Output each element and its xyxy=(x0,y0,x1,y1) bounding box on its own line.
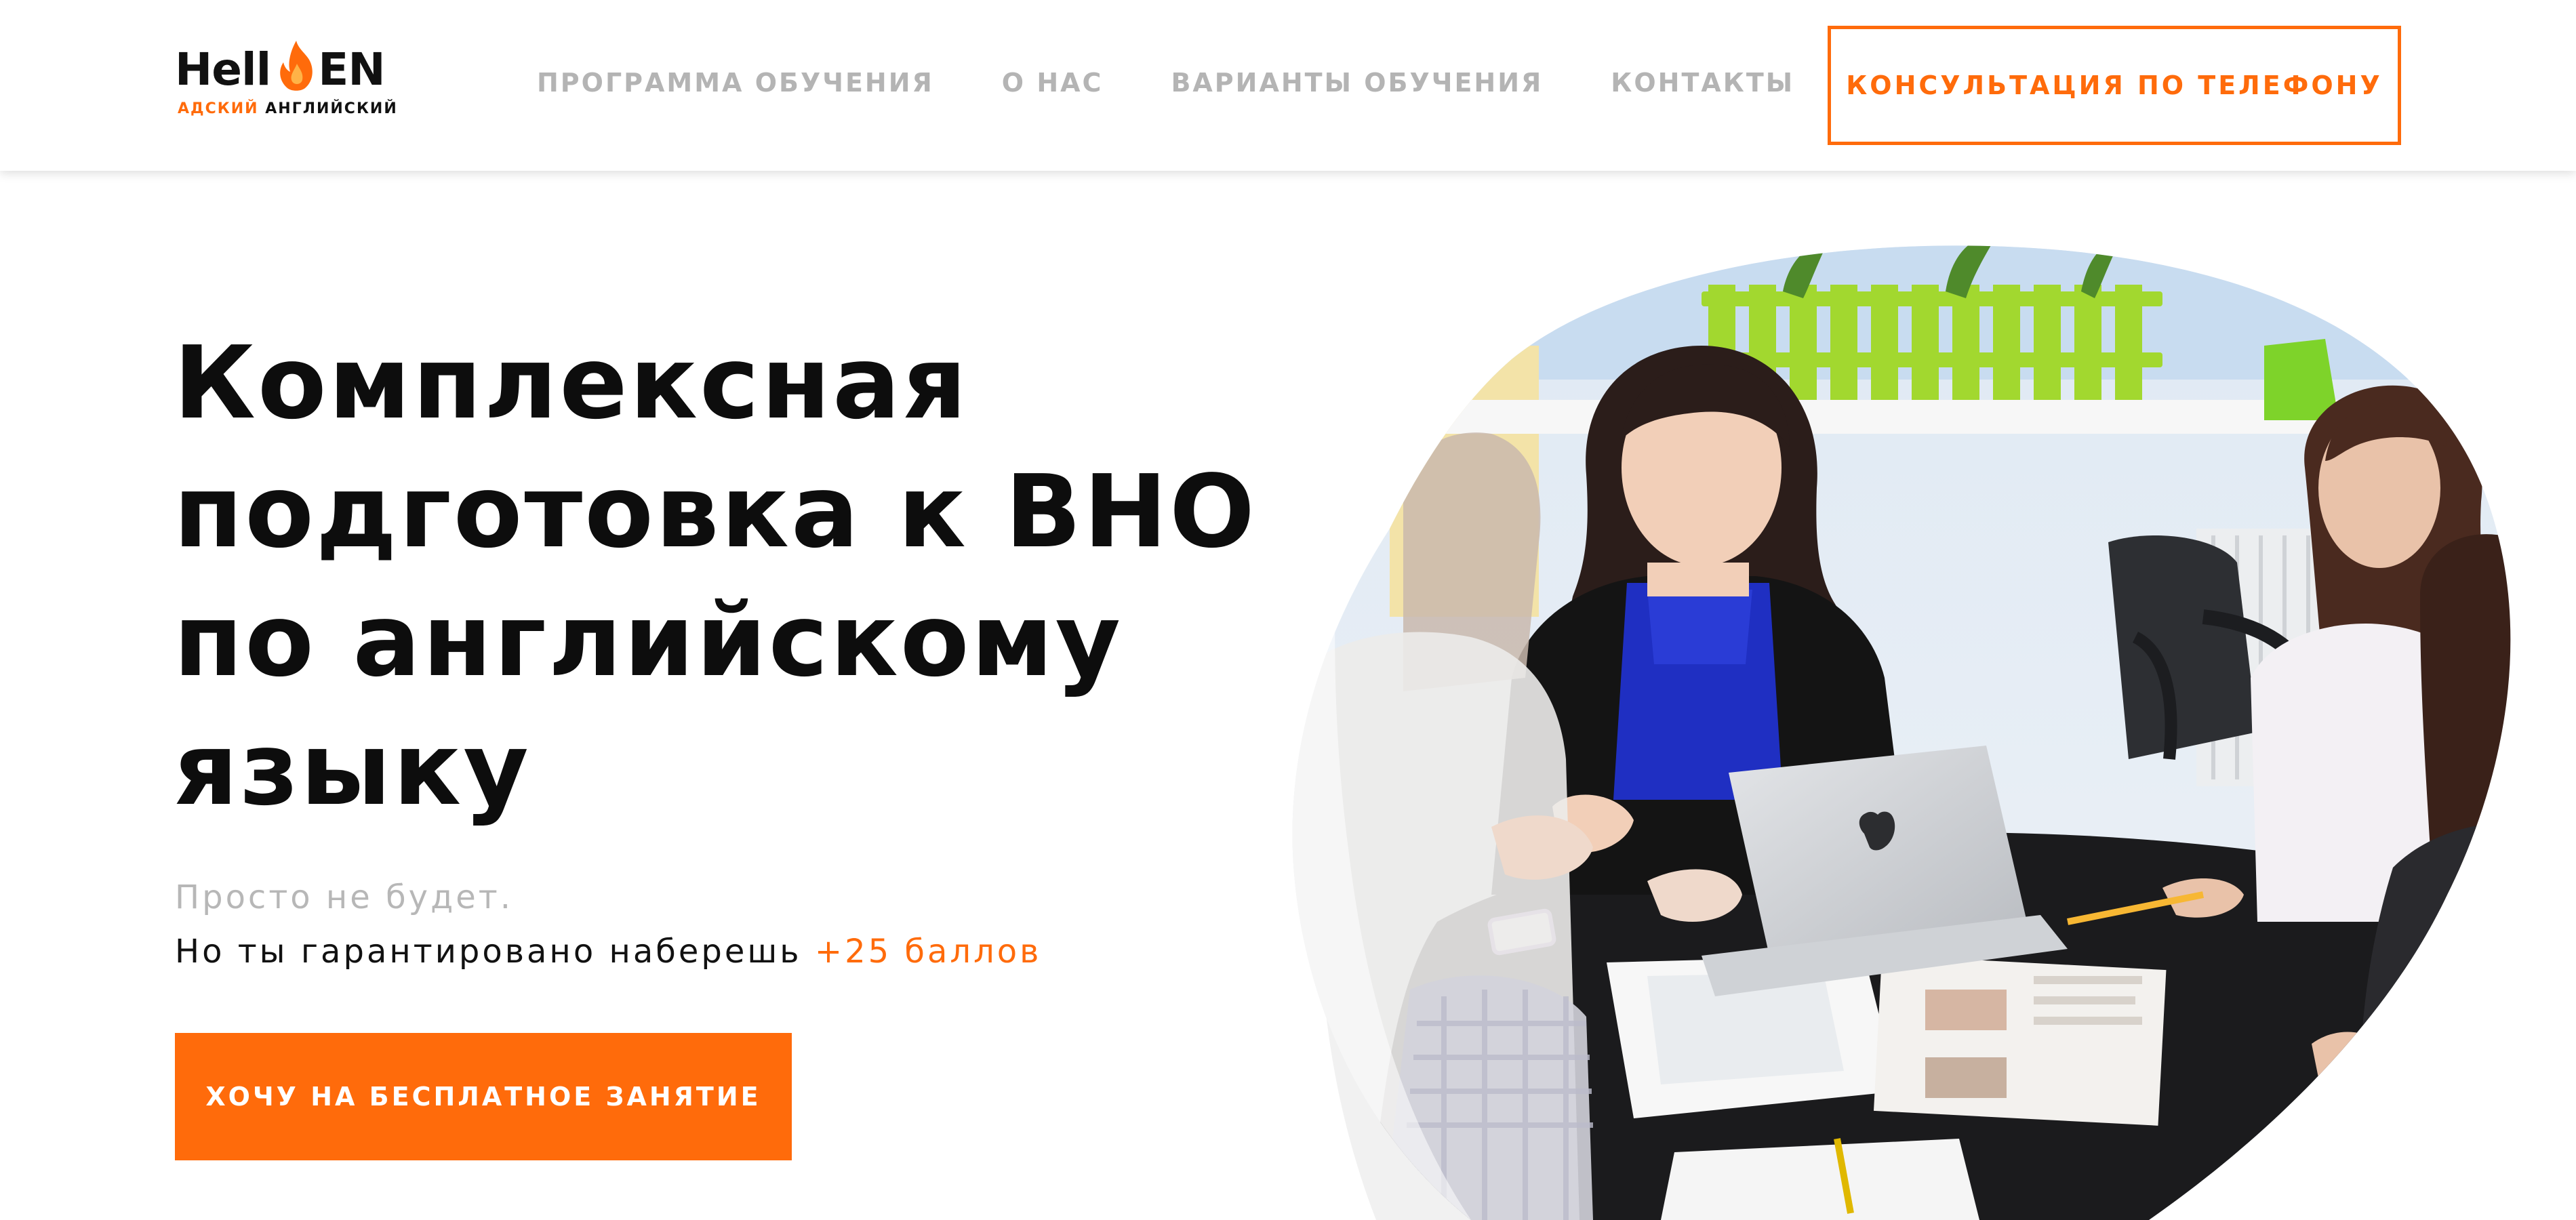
hero-title-line-1: Комплексная xyxy=(174,325,969,441)
site-header: Hell EN АДСКИЙ АНГЛИЙСКИЙ ПРОГРАММА ОБУЧЕ… xyxy=(0,0,2576,171)
hero-title: Комплексная подготовка к ВНО по английск… xyxy=(174,319,1326,834)
main-nav: ПРОГРАММА ОБУЧЕНИЯ О НАС ВАРИАНТЫ ОБУЧЕН… xyxy=(537,68,1794,98)
hero-title-line-2: подготовка к ВНО xyxy=(174,453,1257,570)
logo-part-hell: Hell xyxy=(175,43,271,96)
hero-subtitle-prefix: Но ты гарантировано наберешь xyxy=(175,933,802,971)
hero-subtitle-muted: Просто не будет. xyxy=(175,878,514,916)
group-lesson-photo xyxy=(1292,245,2511,1220)
phone-consultation-button[interactable]: КОНСУЛЬТАЦИЯ ПО ТЕЛЕФОНУ xyxy=(1828,26,2401,145)
logo-tagline: АДСКИЙ АНГЛИЙСКИЙ xyxy=(178,100,398,117)
tagline-accent: АДСКИЙ xyxy=(178,100,259,117)
nav-item-about[interactable]: О НАС xyxy=(1002,68,1104,98)
hero-subtitle-highlight: +25 баллов xyxy=(814,933,1042,971)
tagline-rest: АНГЛИЙСКИЙ xyxy=(265,100,398,117)
nav-item-study-options[interactable]: ВАРИАНТЫ ОБУЧЕНИЯ xyxy=(1171,68,1543,98)
logo[interactable]: Hell EN АДСКИЙ АНГЛИЙСКИЙ xyxy=(175,38,399,126)
nav-item-contacts[interactable]: КОНТАКТЫ xyxy=(1611,68,1794,98)
flame-icon xyxy=(280,41,313,91)
free-lesson-button[interactable]: ХОЧУ НА БЕСПЛАТНОЕ ЗАНЯТИЕ xyxy=(175,1033,792,1160)
landing-page: Hell EN АДСКИЙ АНГЛИЙСКИЙ ПРОГРАММА ОБУЧЕ… xyxy=(0,0,2576,1220)
hero-title-line-4: языку xyxy=(174,711,531,828)
nav-item-program[interactable]: ПРОГРАММА ОБУЧЕНИЯ xyxy=(537,68,934,98)
hero-subtitle: Но ты гарантировано наберешь +25 баллов xyxy=(175,933,1041,971)
logo-part-en: EN xyxy=(318,43,385,96)
hero-title-line-3: по английскому xyxy=(174,582,1123,699)
